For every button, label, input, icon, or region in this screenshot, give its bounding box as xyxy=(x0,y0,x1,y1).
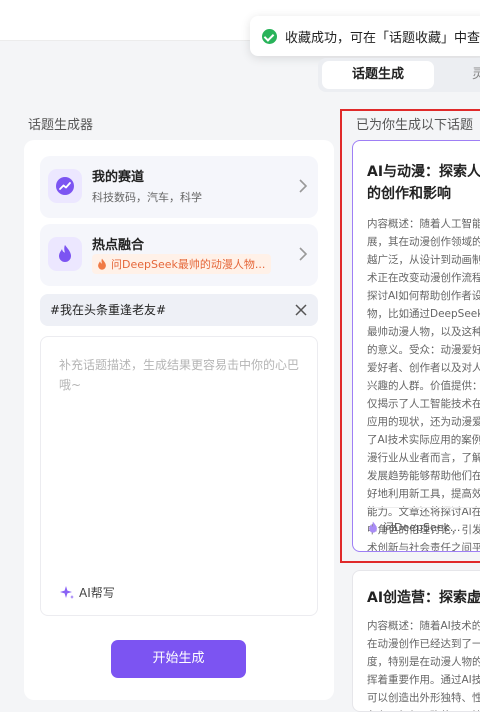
result-card-body: 内容概述：随着AI技术的进步，AI在动漫创作已经达到了一个新的高度，特别是在动漫… xyxy=(367,620,480,711)
topic-input-value: #我在头条重逢老友# xyxy=(50,303,167,317)
chevron-right-icon xyxy=(299,247,308,261)
generator-panel: 我的赛道 科技数码，汽车，科学 热点融合 问DeepSeek最帅的动漫人物...… xyxy=(24,140,334,700)
ai-help-label: AI帮写 xyxy=(79,586,115,600)
toast-message: 收藏成功，可在「话题收藏」中查 xyxy=(285,30,480,46)
my-track-title: 我的赛道 xyxy=(92,170,145,185)
tab-topic-generate[interactable]: 话题生成 xyxy=(322,61,434,89)
highlight-box xyxy=(340,109,480,563)
textarea-placeholder: 补充话题描述，生成结果更容易击中你的心巴哦~ xyxy=(59,358,300,392)
section-title: 话题生成器 xyxy=(28,118,94,133)
check-circle-icon xyxy=(262,28,277,44)
chevron-right-icon xyxy=(299,179,308,193)
result-card-title: AI创造营：探索虚拟偶像 xyxy=(367,590,480,606)
my-track-subtitle: 科技数码，汽车，科学 xyxy=(92,191,202,204)
topic-description-textarea[interactable]: 补充话题描述，生成结果更容易击中你的心巴哦~ AI帮写 xyxy=(40,336,318,616)
tab-other[interactable]: 灵 xyxy=(472,61,480,89)
close-icon[interactable] xyxy=(294,303,308,317)
topic-input[interactable]: #我在头条重逢老友# xyxy=(40,294,318,326)
result-card-2[interactable]: AI创造营：探索虚拟偶像 内容概述：随着AI技术的进步，AI在动漫创作已经达到了… xyxy=(352,570,480,712)
flame-icon xyxy=(48,237,82,271)
tab-bar: 话题生成 灵 xyxy=(318,58,480,92)
flame-icon xyxy=(98,258,106,270)
sparkle-icon xyxy=(60,585,74,599)
hot-topic-tag[interactable]: 问DeepSeek最帅的动漫人物... xyxy=(92,254,272,274)
hot-fusion-card[interactable]: 热点融合 问DeepSeek最帅的动漫人物... xyxy=(40,224,318,286)
hot-fusion-title: 热点融合 xyxy=(92,238,145,253)
toast-notification: 收藏成功，可在「话题收藏」中查 xyxy=(250,16,480,56)
start-generate-button[interactable]: 开始生成 xyxy=(111,640,246,678)
trend-icon xyxy=(48,169,82,203)
ai-help-button[interactable]: AI帮写 xyxy=(59,584,115,601)
my-track-card[interactable]: 我的赛道 科技数码，汽车，科学 xyxy=(40,156,318,218)
hot-topic-text: 问DeepSeek最帅的动漫人物... xyxy=(111,258,266,271)
